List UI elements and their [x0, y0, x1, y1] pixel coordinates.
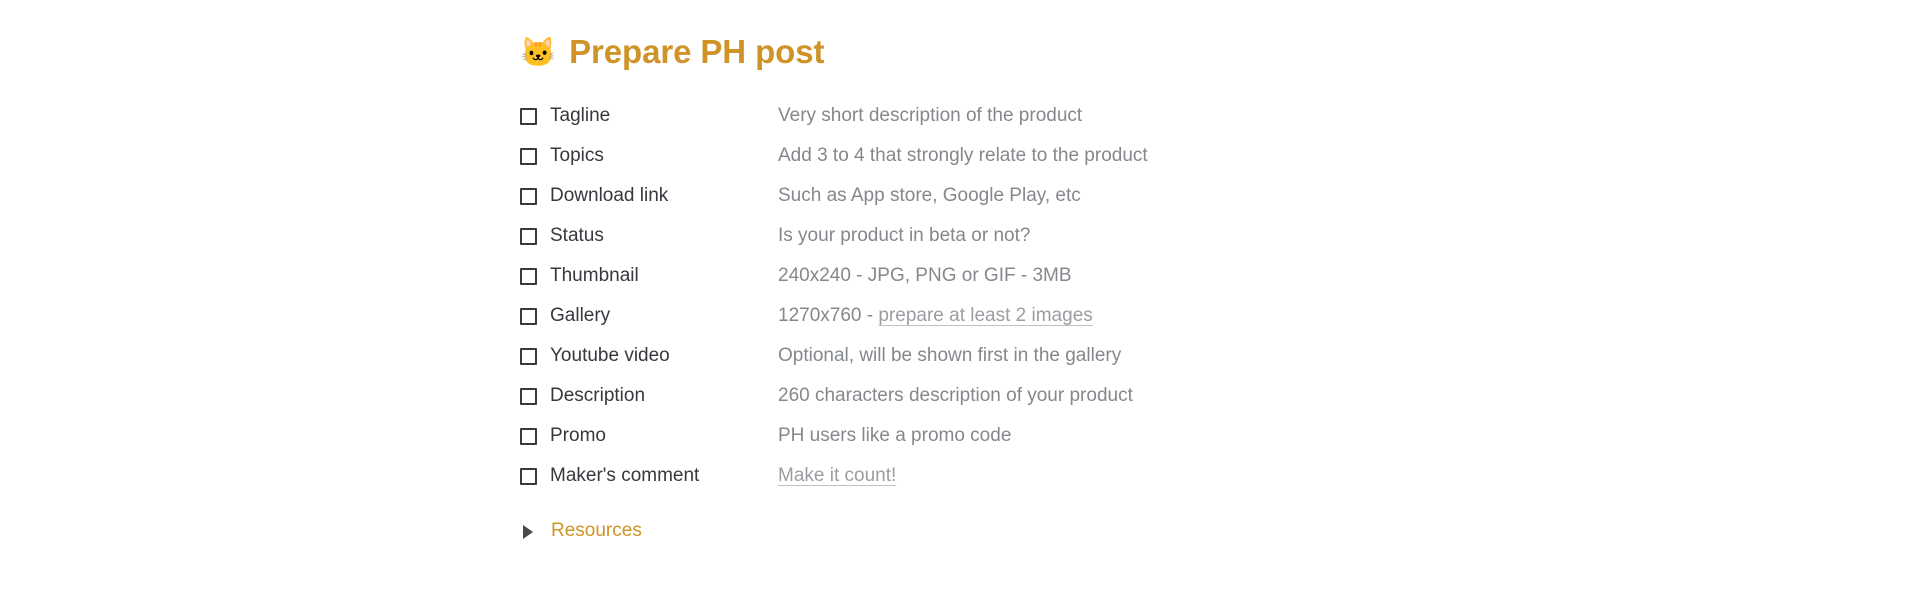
checklist-row: Gallery 1270x760 - prepare at least 2 ima… — [520, 296, 1906, 336]
checkbox-unchecked-icon[interactable] — [520, 347, 537, 365]
checklist: Tagline Very short description of the pro… — [520, 96, 1906, 496]
checklist-row: Tagline Very short description of the pro… — [520, 96, 1906, 136]
checklist-item-description: Add 3 to 4 that strongly relate to the p… — [778, 145, 1148, 168]
checklist-item-description-text: 1270x760 - — [778, 304, 879, 326]
checklist-item-description-text: 240x240 - JPG, PNG or GIF - 3MB — [778, 264, 1072, 286]
checklist-row: Description 260 characters description of… — [520, 376, 1906, 416]
checkbox-unchecked-icon[interactable] — [520, 307, 537, 325]
checklist-row-left: Thumbnail — [520, 265, 778, 288]
checklist-item-description: Make it count! — [778, 465, 896, 488]
checklist-item-link[interactable]: prepare at least 2 images — [878, 305, 1092, 326]
checklist-item-description: 1270x760 - prepare at least 2 images — [778, 305, 1093, 328]
checklist-row-left: Description — [520, 385, 778, 408]
checklist-item-description-text: Optional, will be shown first in the gal… — [778, 344, 1122, 366]
checklist-row: Youtube video Optional, will be shown fir… — [520, 336, 1906, 376]
checklist-row-left: Maker's comment — [520, 465, 778, 488]
checklist-item-description-text: PH users like a promo code — [778, 424, 1012, 446]
checklist-row: Promo PH users like a promo code — [520, 416, 1906, 456]
checkbox-unchecked-icon[interactable] — [520, 387, 537, 405]
checklist-item-label: Gallery — [550, 304, 611, 326]
checklist-row-left: Youtube video — [520, 345, 778, 368]
checklist-item-description: Very short description of the product — [778, 105, 1082, 128]
checklist-row-left: Gallery — [520, 305, 778, 328]
checkbox-unchecked-icon[interactable] — [520, 227, 537, 245]
checkbox-unchecked-icon[interactable] — [520, 147, 537, 165]
page-title-text: Prepare PH post — [569, 33, 825, 70]
document-page: 🐱 Prepare PH post Tagline Very short desc… — [0, 0, 1906, 597]
checklist-row-left: Status — [520, 225, 778, 248]
resources-toggle[interactable]: Resources — [520, 520, 1906, 543]
triangle-right-icon[interactable] — [523, 524, 533, 539]
checklist-row-left: Download link — [520, 185, 778, 208]
checklist-item-description: PH users like a promo code — [778, 425, 1011, 448]
checklist-item-label: Maker's comment — [550, 464, 700, 486]
checklist-item-label: Thumbnail — [550, 264, 639, 286]
checklist-item-label: Description — [550, 384, 646, 406]
checklist-item-description: Optional, will be shown first in the gal… — [778, 345, 1121, 368]
checklist-row: Thumbnail 240x240 - JPG, PNG or GIF - 3MB — [520, 256, 1906, 296]
checklist-row: Maker's comment Make it count! — [520, 456, 1906, 496]
checkbox-unchecked-icon[interactable] — [520, 427, 537, 445]
checklist-item-description: 260 characters description of your produ… — [778, 385, 1133, 408]
checkbox-unchecked-icon[interactable] — [520, 107, 537, 125]
checklist-item-label: Promo — [550, 424, 606, 446]
checklist-row: Status Is your product in beta or not? — [520, 216, 1906, 256]
page-title: 🐱 Prepare PH post — [520, 33, 1906, 70]
checklist-item-label: Tagline — [550, 104, 611, 126]
checklist-item-description: Such as App store, Google Play, etc — [778, 185, 1081, 208]
checklist-row-left: Tagline — [520, 105, 778, 128]
checklist-row: Topics Add 3 to 4 that strongly relate to… — [520, 136, 1906, 176]
checklist-row-left: Promo — [520, 425, 778, 448]
checklist-row-left: Topics — [520, 145, 778, 168]
checklist-item-label: Status — [550, 224, 604, 246]
checklist-item-description-text: 260 characters description of your produ… — [778, 384, 1133, 406]
checklist-item-label: Youtube video — [550, 344, 670, 366]
checklist-item-link[interactable]: Make it count! — [778, 465, 896, 486]
checklist-item-label: Topics — [550, 144, 604, 166]
checklist-item-description: 240x240 - JPG, PNG or GIF - 3MB — [778, 265, 1072, 288]
checklist-item-description-text: Very short description of the product — [778, 104, 1083, 126]
checklist-row: Download link Such as App store, Google P… — [520, 176, 1906, 216]
cat-face-emoji: 🐱 — [520, 36, 557, 69]
checklist-item-description: Is your product in beta or not? — [778, 225, 1030, 248]
checkbox-unchecked-icon[interactable] — [520, 467, 537, 485]
checklist-item-description-text: Such as App store, Google Play, etc — [778, 184, 1081, 206]
checklist-item-description-text: Add 3 to 4 that strongly relate to the p… — [778, 144, 1148, 166]
checkbox-unchecked-icon[interactable] — [520, 187, 537, 205]
checkbox-unchecked-icon[interactable] — [520, 267, 537, 285]
resources-label[interactable]: Resources — [551, 520, 642, 543]
checklist-item-label: Download link — [550, 184, 669, 206]
checklist-item-description-text: Is your product in beta or not? — [778, 224, 1031, 246]
